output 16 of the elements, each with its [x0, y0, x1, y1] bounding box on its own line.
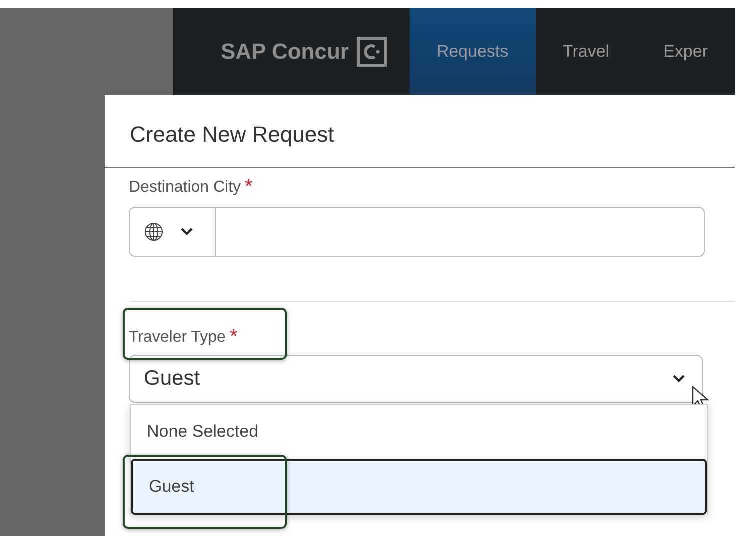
- required-asterisk: *: [230, 329, 238, 345]
- chevron-down-icon: [672, 374, 686, 384]
- field-label: Destination City: [129, 179, 242, 197]
- field-label: Traveler Type: [129, 329, 226, 347]
- input-field[interactable]: [129, 207, 705, 257]
- dialog-title: Create New Request: [129, 121, 336, 149]
- required-asterisk: *: [245, 179, 253, 195]
- globe-icon: [144, 222, 164, 242]
- dropdown-option[interactable]: None Selected: [131, 405, 707, 459]
- dropdown-option[interactable]: Guest: [131, 459, 707, 515]
- nav-tab[interactable]: Travel: [536, 8, 637, 95]
- nav-tab[interactable]: Requests: [410, 8, 536, 95]
- nav-tab[interactable]: Exper: [636, 8, 735, 95]
- logo-icon: [356, 36, 387, 66]
- logo-text: SAP Concur: [221, 38, 349, 64]
- chevron-down-icon: [180, 227, 194, 237]
